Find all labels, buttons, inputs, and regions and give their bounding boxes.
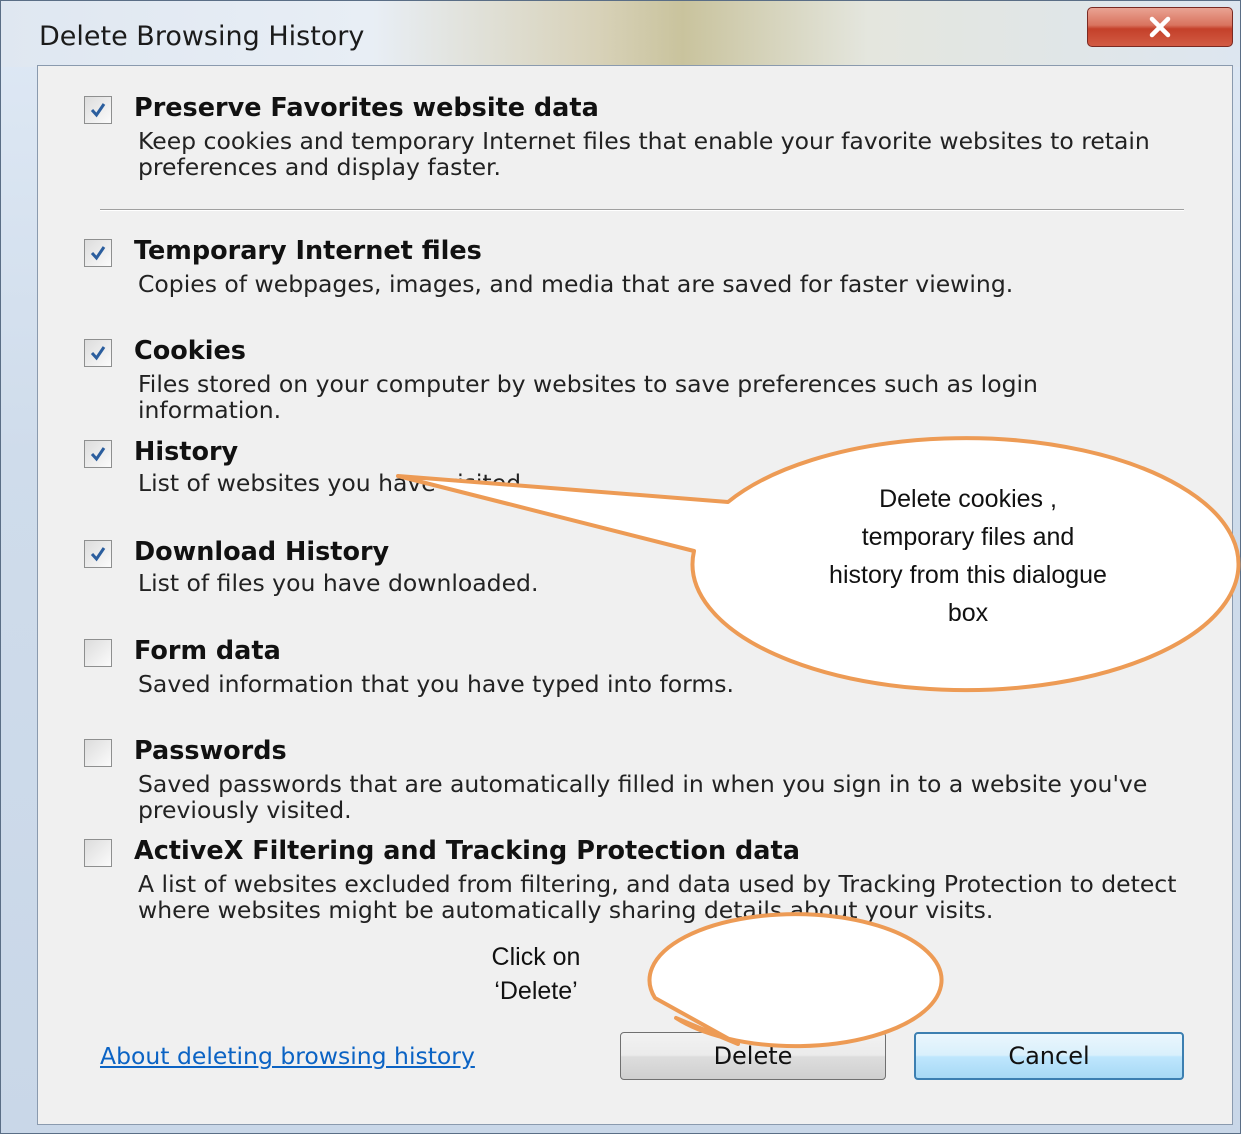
callout-delete-text: Click on ‘Delete’ bbox=[436, 940, 636, 1008]
callout-line: history from this dialogue bbox=[829, 561, 1107, 589]
callout-line: temporary files and bbox=[861, 523, 1075, 551]
callout-main-text: Delete cookies , temporary files and his… bbox=[788, 480, 1148, 632]
callout-line: box bbox=[947, 599, 989, 627]
callout-delete-bubble bbox=[647, 912, 944, 1049]
callout-line: Delete cookies , bbox=[879, 485, 1057, 513]
callout-line: Click on bbox=[491, 943, 581, 971]
callout-line: ‘Delete’ bbox=[494, 977, 578, 1005]
